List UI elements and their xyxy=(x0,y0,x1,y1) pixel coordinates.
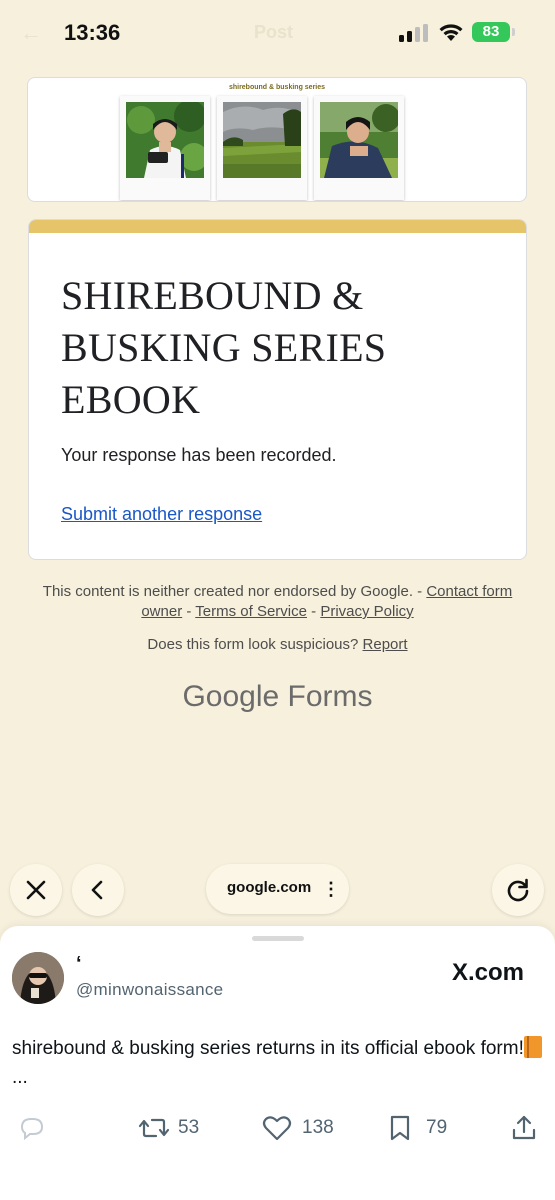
x-com-logo[interactable]: X.com xyxy=(452,959,524,987)
status-time: 13:36 xyxy=(64,20,121,45)
browser-back-button[interactable] xyxy=(72,864,124,916)
photo-man-with-camera xyxy=(126,102,204,178)
more-icon[interactable]: ⋮ xyxy=(322,877,340,901)
heart-icon xyxy=(262,1116,292,1141)
retweet-button[interactable]: 53 xyxy=(138,1108,218,1148)
forms-wordmark: Forms xyxy=(287,680,373,713)
polaroid-photo-2 xyxy=(217,96,307,200)
sheet-drag-handle[interactable] xyxy=(252,936,304,941)
disclaimer-text: This content is neither created nor endo… xyxy=(42,583,423,600)
separator: - xyxy=(311,603,317,620)
wifi-icon xyxy=(439,24,463,41)
photo-field-landscape xyxy=(223,102,301,178)
retweet-count: 53 xyxy=(178,1117,200,1138)
close-browser-button[interactable] xyxy=(10,864,62,916)
close-icon xyxy=(26,880,46,900)
orange-book-emoji-icon xyxy=(523,1036,542,1058)
tweet-display-name[interactable]: ‘ xyxy=(76,953,82,976)
url-text: google.com xyxy=(227,879,312,896)
url-bar[interactable]: google.com ⋮ xyxy=(206,864,349,914)
bookmark-button[interactable]: 79 xyxy=(386,1108,456,1148)
tweet-body: shirebound & busking series returns in i… xyxy=(12,1038,524,1059)
faint-back-arrow-icon: ← xyxy=(20,20,42,45)
tweet-actions: 53 138 79 xyxy=(0,1108,555,1148)
avatar-photo xyxy=(12,952,64,1004)
polaroid-photo-3 xyxy=(314,96,404,200)
suspicious-form-notice: Does this form look suspicious? Report xyxy=(0,636,555,653)
retweet-icon xyxy=(138,1118,170,1138)
bookmark-count: 79 xyxy=(426,1117,448,1138)
form-confirmation-card: SHIREBOUND & BUSKING SERIES EBOOK Your r… xyxy=(28,219,527,560)
suspicious-text: Does this form look suspicious? xyxy=(147,636,359,653)
report-link[interactable]: Report xyxy=(363,636,408,653)
battery-cap xyxy=(512,28,515,36)
submit-another-response-link[interactable]: Submit another response xyxy=(61,504,262,525)
google-forms-logo[interactable]: Google Forms xyxy=(0,680,555,714)
polaroid-photo-1 xyxy=(120,96,210,200)
separator: - xyxy=(186,603,192,620)
tweet-bottom-sheet: ‘ @minwonaissance X.com shirebound & bus… xyxy=(0,926,555,1200)
form-header-image: shirebound & busking series xyxy=(27,77,527,202)
back-icon xyxy=(91,880,103,900)
battery-indicator: 83 xyxy=(472,22,510,42)
tweet-handle[interactable]: @minwonaissance xyxy=(76,980,223,1000)
reload-icon xyxy=(507,878,529,902)
tweet-ellipsis: ... xyxy=(12,1067,28,1088)
photo-man-crouching xyxy=(320,102,398,178)
header-banner-title: shirebound & busking series xyxy=(228,84,326,91)
terms-of-service-link[interactable]: Terms of Service xyxy=(195,603,307,620)
google-disclaimer: This content is neither created nor endo… xyxy=(40,582,515,622)
response-recorded-message: Your response has been recorded. xyxy=(61,445,337,465)
cellular-signal-icon xyxy=(399,24,428,42)
tweet-text: shirebound & busking series returns in i… xyxy=(12,1034,542,1092)
bookmark-icon xyxy=(390,1115,410,1141)
form-title: SHIREBOUND & BUSKING SERIES EBOOK xyxy=(61,273,387,422)
like-button[interactable]: 138 xyxy=(262,1108,342,1148)
avatar[interactable] xyxy=(12,952,64,1004)
share-icon xyxy=(512,1115,536,1140)
like-count: 138 xyxy=(302,1117,334,1138)
reply-icon xyxy=(20,1118,44,1141)
status-bar: ← Post 13:36 83 xyxy=(0,0,555,66)
form-accent-bar xyxy=(29,220,526,233)
reload-button[interactable] xyxy=(492,864,544,916)
google-wordmark: Google xyxy=(182,680,280,713)
faint-page-title: Post xyxy=(254,22,294,42)
privacy-policy-link[interactable]: Privacy Policy xyxy=(320,603,413,620)
